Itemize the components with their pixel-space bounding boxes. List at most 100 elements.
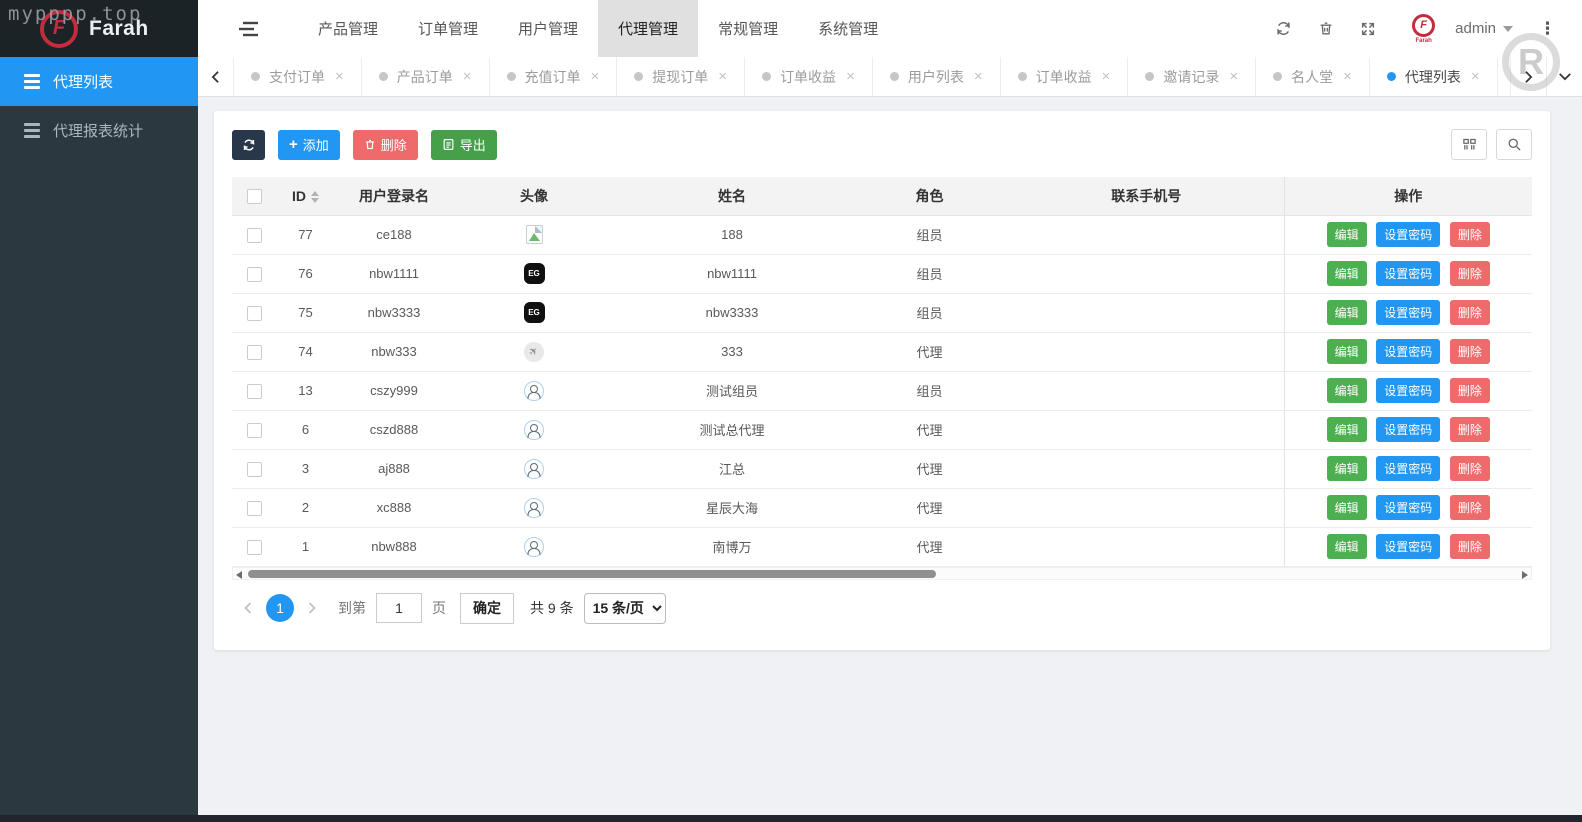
tab-label: 充值订单 <box>525 67 581 87</box>
set-password-button[interactable]: 设置密码 <box>1376 495 1440 520</box>
cell-name: 333 <box>614 332 850 371</box>
select-all-checkbox[interactable] <box>247 189 262 204</box>
edit-button[interactable]: 编辑 <box>1327 222 1367 247</box>
scroll-left-arrow-icon[interactable] <box>236 571 242 579</box>
tab-close-icon[interactable]: × <box>1471 68 1480 85</box>
delete-row-button[interactable]: 删除 <box>1450 378 1490 403</box>
set-password-button[interactable]: 设置密码 <box>1376 222 1440 247</box>
user-avatar[interactable]: F Farah <box>1412 14 1435 44</box>
add-button[interactable]: + 添加 <box>278 130 340 160</box>
tab-status-dot-icon <box>890 72 899 81</box>
tabs-scroll-left-icon[interactable] <box>198 57 234 96</box>
row-checkbox[interactable] <box>247 228 262 243</box>
tab[interactable]: 充值订单 × <box>490 57 618 96</box>
edit-button[interactable]: 编辑 <box>1327 456 1367 481</box>
tab[interactable]: 用户列表 × <box>873 57 1001 96</box>
column-header-id[interactable]: ID <box>277 177 334 215</box>
user-avatar-logo-icon: F <box>1412 14 1435 37</box>
refresh-icon[interactable] <box>1275 20 1292 37</box>
row-checkbox[interactable] <box>247 462 262 477</box>
tab[interactable]: 订单收益 × <box>1001 57 1129 96</box>
edit-button[interactable]: 编辑 <box>1327 495 1367 520</box>
confirm-page-button[interactable]: 确定 <box>460 593 514 624</box>
sidebar-toggle-icon[interactable] <box>198 0 298 57</box>
row-checkbox[interactable] <box>247 345 262 360</box>
set-password-button[interactable]: 设置密码 <box>1376 378 1440 403</box>
tab[interactable]: 邀请记录 × <box>1128 57 1256 96</box>
row-checkbox[interactable] <box>247 384 262 399</box>
delete-row-button[interactable]: 删除 <box>1450 534 1490 559</box>
tab[interactable]: 提现订单 × <box>617 57 745 96</box>
cell-login: ce188 <box>334 215 454 254</box>
tab-close-icon[interactable]: × <box>846 68 855 85</box>
tab-close-icon[interactable]: × <box>1343 68 1352 85</box>
tab-close-icon[interactable]: × <box>1229 68 1238 85</box>
set-password-button[interactable]: 设置密码 <box>1376 534 1440 559</box>
tab[interactable]: 名人堂 × <box>1256 57 1370 96</box>
row-checkbox[interactable] <box>247 423 262 438</box>
delete-row-button[interactable]: 删除 <box>1450 339 1490 364</box>
delete-button[interactable]: 删除 <box>353 130 418 160</box>
cell-id: 76 <box>277 254 334 293</box>
page-size-select[interactable]: 15 条/页 <box>584 593 666 624</box>
edit-button[interactable]: 编辑 <box>1327 534 1367 559</box>
edit-button[interactable]: 编辑 <box>1327 261 1367 286</box>
top-nav-item[interactable]: 用户管理 <box>498 0 598 57</box>
sidebar-item[interactable]: 代理列表 <box>0 57 198 106</box>
sort-icon[interactable] <box>311 191 319 203</box>
edit-button[interactable]: 编辑 <box>1327 417 1367 442</box>
top-nav-item[interactable]: 常规管理 <box>698 0 798 57</box>
prev-page-icon[interactable] <box>240 601 256 615</box>
horizontal-scrollbar[interactable] <box>232 567 1532 580</box>
set-password-button[interactable]: 设置密码 <box>1376 456 1440 481</box>
tab-close-icon[interactable]: × <box>463 68 472 85</box>
tab[interactable]: 代理列表 × <box>1370 57 1498 96</box>
set-password-button[interactable]: 设置密码 <box>1376 300 1440 325</box>
set-password-button[interactable]: 设置密码 <box>1376 417 1440 442</box>
set-password-button[interactable]: 设置密码 <box>1376 261 1440 286</box>
tab[interactable]: 订单收益 × <box>745 57 873 96</box>
fullscreen-icon[interactable] <box>1360 21 1376 37</box>
tab-close-icon[interactable]: × <box>1102 68 1111 85</box>
brand-logo-area[interactable]: F Farah <box>0 0 198 57</box>
kebab-menu-icon[interactable]: ⋮ <box>1539 19 1556 39</box>
scrollbar-thumb[interactable] <box>248 570 936 578</box>
row-checkbox[interactable] <box>247 501 262 516</box>
set-password-button[interactable]: 设置密码 <box>1376 339 1440 364</box>
export-button[interactable]: 导出 <box>431 130 497 160</box>
edit-button[interactable]: 编辑 <box>1327 378 1367 403</box>
goto-page-input[interactable] <box>376 593 422 623</box>
delete-row-button[interactable]: 删除 <box>1450 222 1490 247</box>
tab-close-icon[interactable]: × <box>718 68 727 85</box>
tabs-dropdown-icon[interactable] <box>1546 57 1582 96</box>
column-settings-icon[interactable] <box>1451 129 1487 160</box>
top-nav-item[interactable]: 产品管理 <box>298 0 398 57</box>
top-nav-item[interactable]: 订单管理 <box>398 0 498 57</box>
tabs-scroll-right-icon[interactable] <box>1510 57 1546 96</box>
delete-row-button[interactable]: 删除 <box>1450 261 1490 286</box>
tab-close-icon[interactable]: × <box>335 68 344 85</box>
top-nav-item[interactable]: 系统管理 <box>798 0 898 57</box>
row-checkbox[interactable] <box>247 267 262 282</box>
trash-icon[interactable] <box>1318 20 1334 37</box>
user-menu[interactable]: admin <box>1455 20 1513 37</box>
sidebar-item[interactable]: 代理报表统计 <box>0 106 198 155</box>
scroll-right-arrow-icon[interactable] <box>1522 571 1528 579</box>
top-nav-item[interactable]: 代理管理 <box>598 0 698 57</box>
delete-row-button[interactable]: 删除 <box>1450 300 1490 325</box>
delete-row-button[interactable]: 删除 <box>1450 456 1490 481</box>
tab[interactable]: 产品订单 × <box>362 57 490 96</box>
tab[interactable]: 支付订单 × <box>234 57 362 96</box>
next-page-icon[interactable] <box>304 601 320 615</box>
delete-row-button[interactable]: 删除 <box>1450 417 1490 442</box>
row-checkbox[interactable] <box>247 540 262 555</box>
current-page-button[interactable]: 1 <box>266 594 294 622</box>
edit-button[interactable]: 编辑 <box>1327 300 1367 325</box>
edit-button[interactable]: 编辑 <box>1327 339 1367 364</box>
row-checkbox[interactable] <box>247 306 262 321</box>
tab-close-icon[interactable]: × <box>974 68 983 85</box>
search-icon[interactable] <box>1496 129 1532 160</box>
tab-close-icon[interactable]: × <box>591 68 600 85</box>
refresh-table-button[interactable] <box>232 130 265 160</box>
delete-row-button[interactable]: 删除 <box>1450 495 1490 520</box>
